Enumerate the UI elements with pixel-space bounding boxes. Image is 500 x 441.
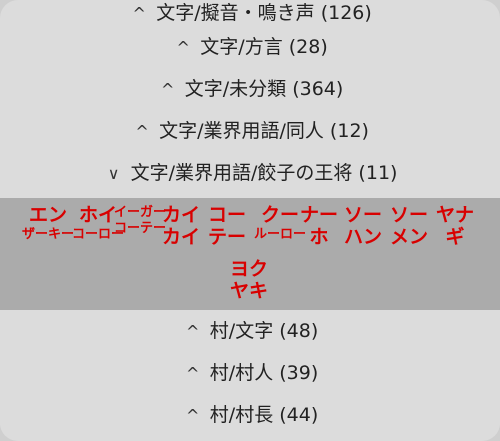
category-label: 村/村長 (44) bbox=[209, 404, 319, 426]
entry-item[interactable]: ソー メン bbox=[390, 206, 428, 247]
category-row-onomatopoeia[interactable]: ^ 文字/擬音・鳴き声 (126) bbox=[0, 0, 500, 26]
category-row-village-text[interactable]: ^ 村/文字 (48) bbox=[0, 310, 500, 352]
entry-item[interactable]: ナー ホ bbox=[300, 206, 338, 247]
category-row-industry-doujin[interactable]: ^ 文字/業界用語/同人 (12) bbox=[0, 110, 500, 152]
entry-item[interactable]: ヨク ヤキ bbox=[230, 260, 268, 301]
chevron-up-icon: ^ bbox=[186, 364, 200, 383]
category-list-top: ^ 文字/擬音・鳴き声 (126) ^ 文字/方言 (28) ^ 文字/未分類 … bbox=[0, 0, 500, 194]
entry-item[interactable]: クー ルーロー bbox=[254, 206, 306, 242]
expanded-entries-area: エン ザーキー ホイ コーロー イーガー コーテー カイ カイ コー テー クー… bbox=[0, 198, 500, 310]
category-row-industry-gyoza-no-ousho[interactable]: ∨ 文字/業界用語/餃子の王将 (11) bbox=[0, 152, 500, 194]
chevron-up-icon: ^ bbox=[132, 4, 146, 23]
chevron-up-icon: ^ bbox=[186, 322, 200, 341]
category-label: 文字/擬音・鳴き声 (126) bbox=[156, 2, 372, 24]
entry-item[interactable]: ソー ハン bbox=[344, 206, 382, 247]
category-row-village-villager[interactable]: ^ 村/村人 (39) bbox=[0, 352, 500, 394]
category-list-panel: ^ 文字/擬音・鳴き声 (126) ^ 文字/方言 (28) ^ 文字/未分類 … bbox=[0, 0, 500, 441]
chevron-up-icon: ^ bbox=[186, 406, 200, 425]
category-row-dialect[interactable]: ^ 文字/方言 (28) bbox=[0, 26, 500, 68]
category-label: 文字/業界用語/同人 (12) bbox=[159, 120, 369, 142]
chevron-up-icon: ^ bbox=[176, 38, 190, 57]
category-label: 村/文字 (48) bbox=[209, 320, 319, 342]
entry-item[interactable]: イーガー コーテー bbox=[114, 206, 166, 235]
category-label: 文字/未分類 (364) bbox=[184, 78, 344, 100]
category-label: 文字/方言 (28) bbox=[200, 36, 328, 58]
chevron-down-icon: ∨ bbox=[107, 164, 120, 183]
category-row-village-chief[interactable]: ^ 村/村長 (44) bbox=[0, 394, 500, 436]
entry-item[interactable]: エン ザーキー bbox=[22, 206, 74, 242]
chevron-up-icon: ^ bbox=[135, 122, 149, 141]
category-list-bottom: ^ 村/文字 (48) ^ 村/村人 (39) ^ 村/村長 (44) bbox=[0, 310, 500, 436]
category-row-uncategorized[interactable]: ^ 文字/未分類 (364) bbox=[0, 68, 500, 110]
entry-item[interactable]: コー テー bbox=[208, 206, 246, 247]
chevron-up-icon: ^ bbox=[161, 80, 175, 99]
entry-grid: エン ザーキー ホイ コーロー イーガー コーテー カイ カイ コー テー クー… bbox=[0, 198, 500, 310]
category-label: 文字/業界用語/餃子の王将 (11) bbox=[130, 162, 398, 184]
category-label: 村/村人 (39) bbox=[209, 362, 319, 384]
entry-item[interactable]: カイ カイ bbox=[162, 206, 200, 247]
entry-item[interactable]: ヤナ ギ bbox=[436, 206, 474, 247]
